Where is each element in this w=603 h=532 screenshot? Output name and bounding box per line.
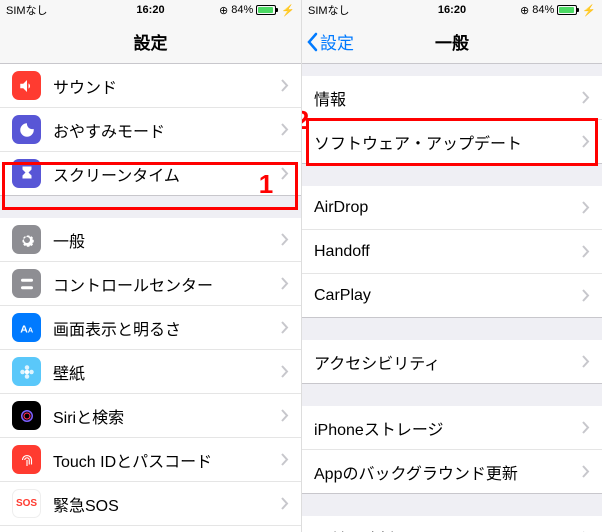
row-label: 情報: [314, 86, 582, 110]
chevron-right-icon: [582, 91, 590, 104]
row-background-app-refresh[interactable]: Appのバックグラウンド更新: [302, 450, 602, 494]
row-about[interactable]: 情報: [302, 76, 602, 120]
alarm-icon: ⊕: [219, 4, 228, 17]
chevron-right-icon: [582, 289, 590, 302]
alarm-icon: ⊕: [520, 4, 529, 17]
battery-percent: 84%: [231, 4, 253, 16]
chevron-right-icon: [582, 421, 590, 434]
settings-screen: SIMなし 16:20 ⊕ 84% ⚡ 設定 サウンド おやすみモード スクリー…: [0, 0, 301, 532]
status-bar: SIMなし 16:20 ⊕ 84% ⚡: [302, 0, 602, 20]
battery-icon: [557, 5, 579, 15]
battery-percent: 84%: [532, 4, 554, 16]
row-label: スクリーンタイム: [53, 162, 281, 186]
siri-icon: [12, 401, 41, 430]
row-control-center[interactable]: コントロールセンター: [0, 262, 301, 306]
row-sound[interactable]: サウンド: [0, 64, 301, 108]
chevron-right-icon: [281, 497, 289, 510]
chevron-right-icon: [281, 79, 289, 92]
chevron-left-icon: [306, 32, 318, 52]
row-label: おやすみモード: [53, 118, 281, 142]
row-accessibility[interactable]: アクセシビリティ: [302, 340, 602, 384]
row-label: AirDrop: [314, 199, 582, 217]
nav-bar: 設定 一般: [302, 20, 602, 64]
chevron-right-icon: [281, 233, 289, 246]
general-screen: SIMなし 16:20 ⊕ 84% ⚡ 設定 一般 情報 ソフトウェア・アップデ…: [301, 0, 602, 532]
status-right: ⊕ 84% ⚡: [500, 4, 596, 17]
row-handoff[interactable]: Handoff: [302, 230, 602, 274]
chevron-right-icon: [281, 167, 289, 180]
row-label: 画面表示と明るさ: [53, 316, 281, 340]
battery-icon: [256, 5, 278, 15]
chevron-right-icon: [582, 135, 590, 148]
flower-icon: [12, 357, 41, 386]
row-screen-time[interactable]: スクリーンタイム: [0, 152, 301, 196]
nav-title: 一般: [435, 29, 469, 54]
row-general[interactable]: 一般: [0, 218, 301, 262]
chevron-right-icon: [582, 245, 590, 258]
chevron-right-icon: [281, 123, 289, 136]
chevron-right-icon: [582, 201, 590, 214]
chevron-right-icon: [281, 277, 289, 290]
chevron-right-icon: [281, 321, 289, 334]
row-siri-search[interactable]: Siriと検索: [0, 394, 301, 438]
row-label: ソフトウェア・アップデート: [314, 130, 582, 154]
nav-bar: 設定: [0, 20, 301, 64]
clock: 16:20: [102, 4, 198, 16]
charging-icon: ⚡: [582, 4, 596, 17]
row-label: iPhoneストレージ: [314, 416, 582, 440]
row-label: Handoff: [314, 243, 582, 261]
chevron-right-icon: [281, 365, 289, 378]
chevron-right-icon: [281, 409, 289, 422]
svg-text:A: A: [27, 325, 33, 334]
row-label: 緊急SOS: [53, 492, 281, 516]
chevron-right-icon: [582, 355, 590, 368]
fingerprint-icon: [12, 445, 41, 474]
status-bar: SIMなし 16:20 ⊕ 84% ⚡: [0, 0, 301, 20]
row-label: 壁紙: [53, 360, 281, 384]
row-label: アクセシビリティ: [314, 350, 582, 374]
row-label: サウンド: [53, 74, 281, 98]
text-size-icon: AA: [12, 313, 41, 342]
back-label: 設定: [320, 29, 354, 54]
back-button[interactable]: 設定: [306, 29, 354, 54]
moon-icon: [12, 115, 41, 144]
row-date-time[interactable]: 日付と時刻: [302, 516, 602, 532]
chevron-right-icon: [281, 453, 289, 466]
row-label: コントロールセンター: [53, 272, 281, 296]
general-list[interactable]: 情報 ソフトウェア・アップデート AirDrop Handoff CarPlay…: [302, 64, 602, 532]
hourglass-icon: [12, 159, 41, 188]
row-label: Appのバックグラウンド更新: [314, 460, 582, 484]
row-label: CarPlay: [314, 287, 582, 305]
charging-icon: ⚡: [281, 4, 295, 17]
row-do-not-disturb[interactable]: おやすみモード: [0, 108, 301, 152]
nav-title: 設定: [134, 29, 168, 54]
sos-icon: SOS: [12, 489, 41, 518]
gear-icon: [12, 225, 41, 254]
chevron-right-icon: [582, 465, 590, 478]
row-label: Touch IDとパスコード: [53, 448, 281, 472]
row-airdrop[interactable]: AirDrop: [302, 186, 602, 230]
status-right: ⊕ 84% ⚡: [199, 4, 295, 17]
settings-list[interactable]: サウンド おやすみモード スクリーンタイム 一般 コントロールセンター AA 画…: [0, 64, 301, 532]
row-carplay[interactable]: CarPlay: [302, 274, 602, 318]
row-label: 一般: [53, 228, 281, 252]
row-touch-id-passcode[interactable]: Touch IDとパスコード: [0, 438, 301, 482]
row-label: 日付と時刻: [314, 526, 582, 532]
row-software-update[interactable]: ソフトウェア・アップデート: [302, 120, 602, 164]
sound-icon: [12, 71, 41, 100]
row-display-brightness[interactable]: AA 画面表示と明るさ: [0, 306, 301, 350]
row-wallpaper[interactable]: 壁紙: [0, 350, 301, 394]
row-label: Siriと検索: [53, 404, 281, 428]
carrier-label: SIMなし: [308, 2, 404, 18]
row-emergency-sos[interactable]: SOS 緊急SOS: [0, 482, 301, 526]
row-iphone-storage[interactable]: iPhoneストレージ: [302, 406, 602, 450]
clock: 16:20: [404, 4, 500, 16]
switches-icon: [12, 269, 41, 298]
row-battery[interactable]: バッテリー: [0, 526, 301, 532]
carrier-label: SIMなし: [6, 2, 102, 18]
